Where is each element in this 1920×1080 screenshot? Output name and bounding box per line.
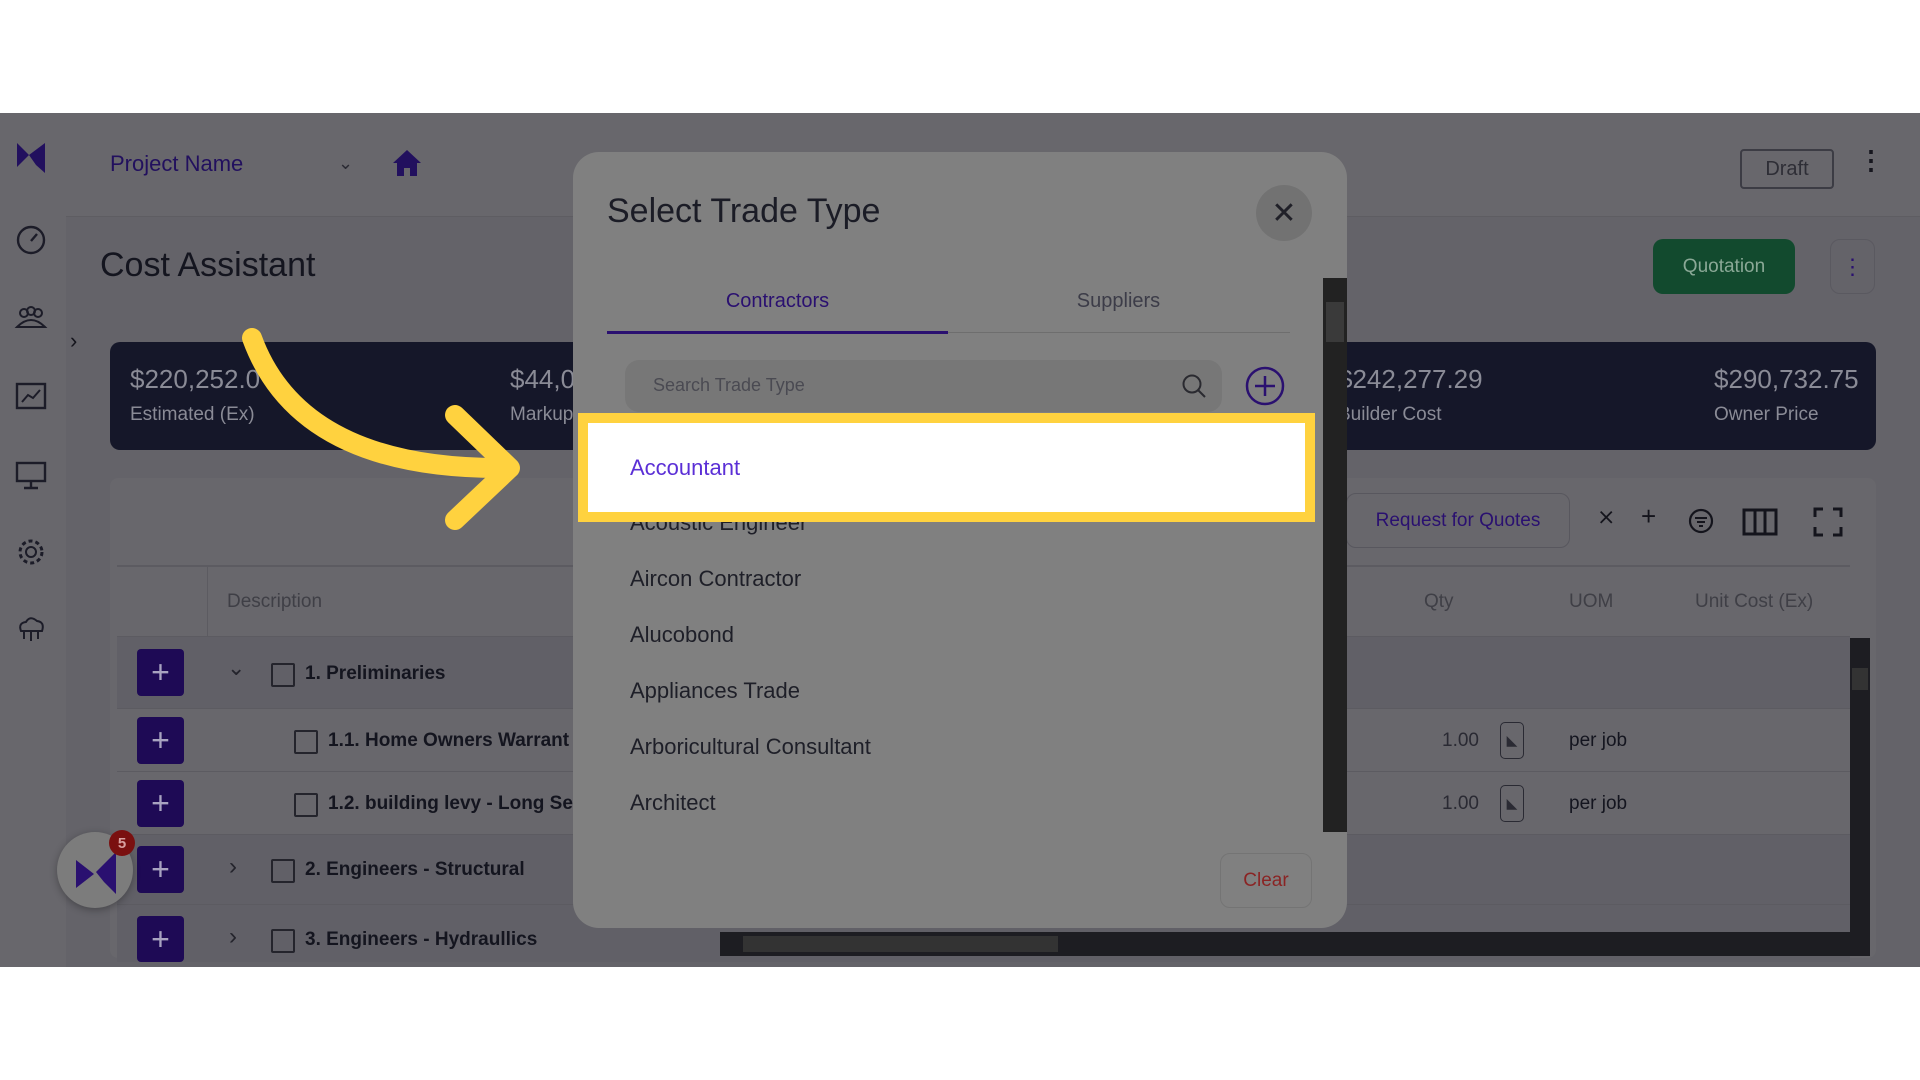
trade-type-item[interactable]: Arboricultural Consultant [630,734,871,760]
row-uom[interactable]: per job [1569,793,1627,815]
row-qty[interactable]: 1.00 [1442,793,1479,815]
chevron-right-icon[interactable]: › [229,923,237,951]
more-options-icon[interactable]: ⋮ [1858,145,1884,176]
column-header-qty[interactable]: Qty [1424,591,1454,613]
row-description: 3. Engineers - Hydraullics [305,929,538,950]
project-name-select[interactable]: Project Name [110,151,243,177]
summary-label: Builder Cost [1338,404,1442,425]
chevron-down-icon[interactable]: ⌄ [338,153,353,174]
status-badge[interactable]: Draft [1740,149,1834,189]
search-trade-type-input[interactable]: Search Trade Type [625,360,1222,412]
column-header-uom[interactable]: UOM [1569,591,1613,613]
fullscreen-icon[interactable] [1813,507,1843,537]
collapse-icon[interactable]: ⨯ [1597,504,1615,530]
row-uom[interactable]: per job [1569,730,1627,752]
add-row-button[interactable]: + [137,717,184,764]
page-more-button[interactable]: ⋮ [1830,239,1875,294]
trade-type-item[interactable]: Appliances Trade [630,678,800,704]
measure-icon[interactable]: ◣ [1500,785,1524,822]
summary-label: Estimated (Ex) [130,404,255,425]
row-description: 1.1. Home Owners Warrant [328,730,570,751]
columns-icon[interactable] [1742,508,1778,536]
trade-type-item[interactable]: Architect [630,790,716,816]
summary-label: Owner Price [1714,404,1819,425]
row-checkbox[interactable] [271,929,295,953]
add-row-button[interactable]: + [137,846,184,893]
close-button[interactable]: ✕ [1256,185,1312,241]
search-icon[interactable] [1181,373,1207,399]
search-placeholder: Search Trade Type [653,375,805,395]
expand-sidebar-icon[interactable]: › [70,328,77,354]
filter-icon[interactable] [1688,508,1714,534]
cloud-network-icon[interactable] [14,613,48,647]
column-header-description[interactable]: Description [227,591,322,613]
request-for-quotes-button[interactable]: Request for Quotes [1346,493,1570,548]
summary-value: $290,732.75 [1714,364,1859,394]
row-checkbox[interactable] [294,793,318,817]
modal-scrollbar[interactable] [1323,278,1347,832]
add-trade-type-icon[interactable] [1245,366,1285,406]
tab-contractors[interactable]: Contractors [607,290,948,313]
row-description: 1. Preliminaries [305,663,446,684]
active-tab-indicator [607,331,948,334]
chevron-right-icon[interactable]: › [229,853,237,881]
team-icon[interactable] [14,301,48,335]
table-vertical-scrollbar[interactable] [1850,638,1870,932]
dashboard-icon[interactable] [14,223,48,257]
row-checkbox[interactable] [271,663,295,687]
summary-value: $242,277.29 [1338,364,1483,394]
chat-launcher-button[interactable]: 5 [57,830,135,908]
logo-icon [76,852,116,894]
summary-value: $44,0 [510,364,576,394]
summary-value: $220,252.0 [130,364,261,394]
add-row-button[interactable]: + [137,916,184,962]
settings-icon[interactable] [14,535,48,569]
add-row-button[interactable]: + [137,780,184,827]
select-trade-type-modal: Select Trade Type ✕ Contractors Supplier… [573,152,1347,928]
column-header-unit-cost[interactable]: Unit Cost (Ex) [1695,591,1813,613]
add-icon[interactable]: + [1641,501,1656,532]
row-checkbox[interactable] [294,730,318,754]
chart-icon[interactable] [14,379,48,413]
modal-title: Select Trade Type [607,192,881,230]
add-row-button[interactable]: + [137,649,184,696]
trade-type-item[interactable]: Alucobond [630,622,734,648]
summary-label: Markup [510,404,574,425]
sidebar [0,113,66,967]
trade-type-item[interactable]: Aircon Contractor [630,566,801,592]
clear-button[interactable]: Clear [1220,853,1312,908]
row-qty[interactable]: 1.00 [1442,730,1479,752]
row-description: 1.2. building levy - Long Se [328,793,573,814]
notification-badge: 5 [109,830,135,856]
page-title: Cost Assistant [100,246,316,284]
trade-type-item-accountant[interactable]: Accountant [630,455,740,481]
quotation-button[interactable]: Quotation [1653,239,1795,294]
row-description: 2. Engineers - Structural [305,859,525,880]
home-icon[interactable] [392,149,422,177]
tab-suppliers[interactable]: Suppliers [948,290,1289,313]
row-checkbox[interactable] [271,859,295,883]
chevron-down-icon[interactable]: ⌄ [227,655,245,681]
presentation-icon[interactable] [14,457,48,491]
table-horizontal-scrollbar[interactable] [720,932,1870,956]
logo-icon[interactable] [14,141,48,175]
measure-icon[interactable]: ◣ [1500,722,1524,759]
highlighted-trade-type-item[interactable]: Accountant [578,413,1315,522]
